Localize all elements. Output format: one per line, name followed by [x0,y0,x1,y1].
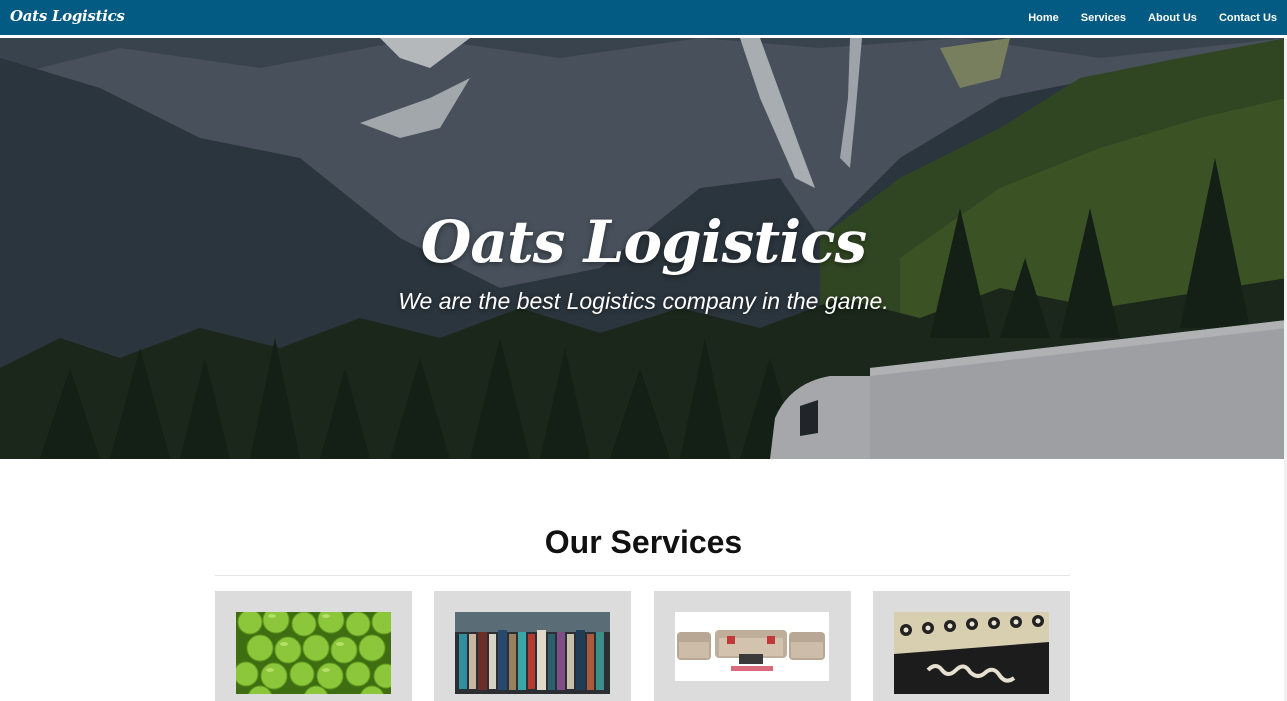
navbar: Oats Logistics Home Services About Us Co… [0,0,1287,38]
service-card-3[interactable] [654,591,851,701]
nav-link-services[interactable]: Services [1081,12,1126,24]
hero-title: Oats Logistics [420,208,867,276]
sofa-furniture-image [675,612,829,681]
brand-logo-link[interactable]: Oats Logistics [10,7,125,25]
services-divider [215,575,1070,576]
hero-subtitle: We are the best Logistics company in the… [398,288,889,314]
nav-link-about-us[interactable]: About Us [1148,12,1197,24]
nav-link-contact-us[interactable]: Contact Us [1219,12,1277,24]
service-card-2[interactable] [434,591,631,701]
service-card-1[interactable] [215,591,412,701]
service-card-4[interactable] [873,591,1070,701]
hero-banner: Oats Logistics We are the best Logistics… [0,38,1287,459]
green-apples-image [236,612,391,694]
nav-link-home[interactable]: Home [1028,12,1059,24]
services-cards [215,591,1070,701]
nav-links: Home Services About Us Contact Us [1006,0,1277,35]
services-heading: Our Services [544,524,743,560]
marshall-amplifier-image [894,612,1049,694]
books-image [455,612,610,694]
